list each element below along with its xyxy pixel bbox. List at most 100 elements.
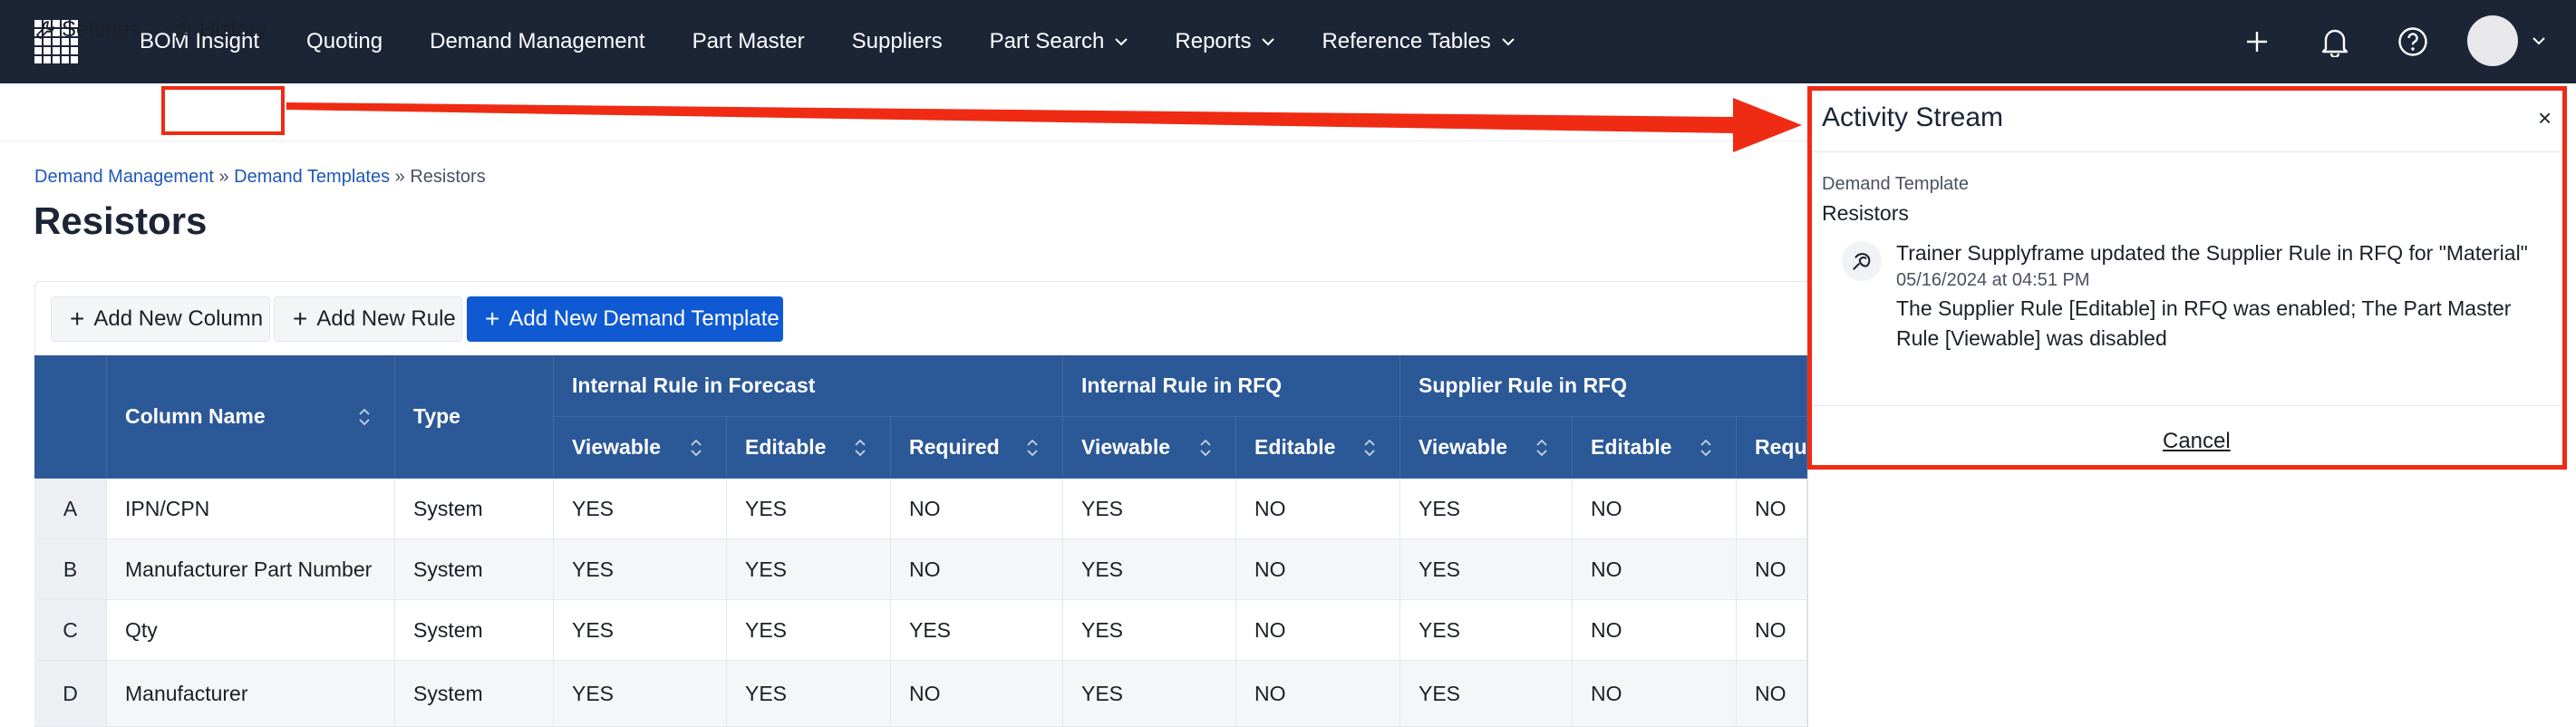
plus-icon[interactable] [2239, 24, 2275, 60]
breadcrumb-current: Resistors [410, 167, 486, 187]
cell-rfq-editable: NO [1236, 479, 1400, 539]
cell-supplier-editable: NO [1573, 539, 1737, 600]
table-header-forecast-editable[interactable]: Editable [727, 417, 891, 479]
header-label: Editable [1254, 435, 1336, 459]
nav-item-reports[interactable]: Reports [1175, 29, 1275, 54]
breadcrumb-separator: » [218, 167, 229, 187]
header-label: Requ [1755, 435, 1807, 459]
cell-column-name: Manufacturer [107, 661, 395, 727]
chevron-down-icon[interactable] [2532, 36, 2545, 45]
button-label: Add New Column [93, 306, 264, 331]
cell-column-name: IPN/CPN [107, 479, 395, 539]
breadcrumb-demand-templates[interactable]: Demand Templates [234, 167, 390, 187]
nav-item-label: Suppliers [851, 29, 943, 53]
history-button[interactable]: History [172, 15, 267, 45]
cancel-link[interactable]: Cancel [2163, 429, 2231, 454]
cell-forecast-viewable: YES [554, 479, 727, 539]
button-label: Add New Rule [316, 306, 456, 331]
header-label: Editable [1591, 435, 1672, 459]
sort-icon [1027, 439, 1038, 456]
nav-item-demand-management[interactable]: Demand Management [430, 29, 644, 54]
nav-item-suppliers[interactable]: Suppliers [852, 29, 943, 54]
activity-description: The Supplier Rule [Editable] in RFQ was … [1896, 296, 2512, 350]
row-index: A [34, 479, 107, 539]
add-new-demand-template-button[interactable]: + Add New Demand Template [467, 296, 783, 342]
sort-icon [1536, 439, 1547, 456]
history-label: History [199, 17, 267, 42]
cell-supplier-editable: NO [1573, 661, 1737, 727]
table-header-forecast-required[interactable]: Required [891, 417, 1063, 479]
close-icon[interactable]: × [2538, 104, 2552, 132]
header-label: Column Name [125, 404, 266, 428]
table-header-forecast-viewable[interactable]: Viewable [554, 417, 727, 479]
cell-supplier-required: NO [1737, 661, 1807, 727]
cell-supplier-editable: NO [1573, 479, 1737, 539]
sort-icon [855, 439, 866, 456]
cell-forecast-required: YES [891, 600, 1063, 661]
cell-forecast-required: NO [891, 661, 1063, 727]
breadcrumb: Demand Management » Demand Templates » R… [34, 167, 486, 188]
panel-entity-label: Demand Template [1822, 174, 1969, 194]
add-new-column-button[interactable]: + Add New Column [51, 296, 270, 342]
breadcrumb-demand-management[interactable]: Demand Management [34, 167, 214, 187]
button-label: Add New Demand Template [508, 306, 780, 331]
cell-type: System [395, 600, 554, 661]
cell-forecast-required: NO [891, 539, 1063, 600]
chevron-down-icon [1502, 38, 1515, 46]
avatar[interactable] [2467, 15, 2518, 66]
cell-rfq-viewable: YES [1063, 479, 1236, 539]
chevron-down-icon [1115, 38, 1128, 46]
nav-item-reference-tables[interactable]: Reference Tables [1322, 29, 1515, 54]
settings-label: Settings [62, 17, 140, 42]
table-header-rfq-editable[interactable]: Editable [1236, 417, 1400, 479]
header-label: Required [909, 435, 1000, 459]
breadcrumb-separator: » [394, 167, 405, 187]
cell-forecast-viewable: YES [554, 539, 727, 600]
cell-column-name: Manufacturer Part Number [107, 539, 395, 600]
cell-supplier-viewable: YES [1400, 661, 1573, 727]
sort-icon [1364, 439, 1375, 456]
nav-item-label: Part Search [989, 29, 1105, 53]
table-header-supplier-editable[interactable]: Editable [1573, 417, 1737, 479]
history-icon [1842, 241, 1882, 281]
panel-title: Activity Stream [1822, 102, 2004, 132]
nav-item-label: Part Master [692, 29, 805, 53]
cell-supplier-viewable: YES [1400, 479, 1573, 539]
top-navigation: BOM Insight Quoting Demand Management Pa… [0, 0, 2576, 83]
add-new-rule-button[interactable]: + Add New Rule [274, 296, 462, 342]
cell-forecast-required: NO [891, 479, 1063, 539]
nav-item-quoting[interactable]: Quoting [306, 29, 383, 54]
header-label: Type [413, 404, 460, 428]
nav-item-label: Demand Management [430, 29, 645, 53]
cell-forecast-viewable: YES [554, 600, 727, 661]
table-header-rfq-viewable[interactable]: Viewable [1063, 417, 1236, 479]
nav-item-part-master[interactable]: Part Master [692, 29, 805, 54]
nav-item-label: Reports [1175, 29, 1252, 53]
history-icon [175, 22, 191, 38]
header-label: Internal Rule in Forecast [572, 373, 816, 397]
table-header-column-name[interactable]: Column Name [107, 355, 395, 479]
table-header-group-forecast: Internal Rule in Forecast [554, 355, 1063, 417]
cell-supplier-viewable: YES [1400, 600, 1573, 661]
activity-timestamp: 05/16/2024 at 04:51 PM [1896, 270, 2090, 290]
cell-rfq-editable: NO [1236, 661, 1400, 727]
nav-item-part-search[interactable]: Part Search [990, 29, 1128, 54]
bell-icon[interactable] [2317, 24, 2353, 60]
cell-forecast-editable: YES [727, 661, 891, 727]
header-label: Viewable [1081, 435, 1171, 459]
header-label: Supplier Rule in RFQ [1419, 373, 1628, 397]
table-header-supplier-required[interactable]: Requ [1737, 417, 1807, 479]
plus-icon: + [485, 305, 500, 333]
cell-forecast-viewable: YES [554, 661, 727, 727]
row-index: D [34, 661, 107, 727]
cell-supplier-required: NO [1737, 479, 1807, 539]
settings-button[interactable]: Settings [34, 15, 140, 45]
cell-supplier-editable: NO [1573, 600, 1737, 661]
table-header-supplier-viewable[interactable]: Viewable [1400, 417, 1573, 479]
cell-forecast-editable: YES [727, 600, 891, 661]
sort-icon [1700, 439, 1711, 456]
plus-icon: + [293, 305, 308, 333]
cell-forecast-editable: YES [727, 539, 891, 600]
cell-supplier-required: NO [1737, 600, 1807, 661]
help-icon[interactable] [2395, 24, 2431, 60]
